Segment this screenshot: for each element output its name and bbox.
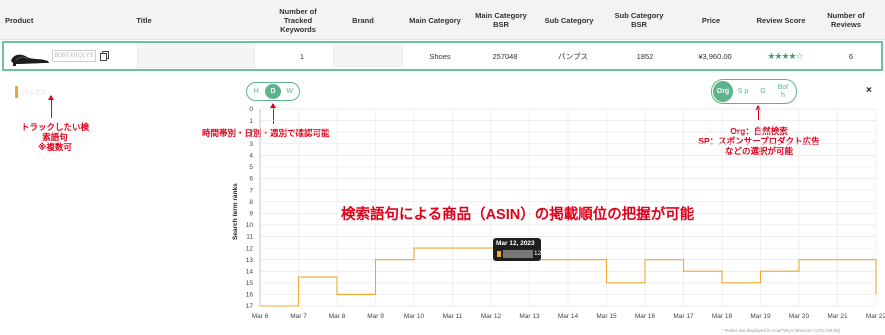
y-tick-label: 10	[246, 222, 254, 229]
rank-type-option[interactable]: G	[753, 81, 773, 102]
brand-redacted	[333, 45, 403, 67]
tooltip-value: 12	[534, 250, 542, 257]
sub-category: パンプス	[557, 51, 589, 61]
column-header[interactable]: Price	[680, 0, 742, 40]
copy-icon[interactable]	[100, 51, 109, 61]
rank-type-toggle: Org S p G Bot h	[711, 79, 797, 104]
main-category-bsr: 257048	[492, 51, 518, 61]
tooltip-series-swatch	[497, 251, 501, 257]
keyword-chip-label[interactable]: パンプス	[22, 88, 46, 97]
type-annotation: Org：自然検索 SP：スポンサープロダクト広告 などの選択が可能	[698, 126, 820, 156]
keyword-annotation: トラックしたい検索語句 ※複数可	[20, 122, 89, 152]
x-tick-label: Mar 8	[329, 313, 346, 320]
x-tick-label: Mar 21	[827, 313, 848, 320]
column-header[interactable]: Title	[120, 0, 168, 40]
y-tick-label: 14	[246, 268, 254, 275]
x-tick-label: Mar 9	[367, 313, 384, 320]
column-header[interactable]: Number of Reviews	[815, 0, 877, 40]
x-tick-label: Mar 12	[481, 313, 502, 320]
x-tick-label: Mar 17	[673, 313, 694, 320]
chart-tooltip: Mar 12, 2023 12	[493, 238, 541, 261]
granularity-toggle: HDW	[246, 82, 300, 101]
title-redacted	[137, 44, 255, 68]
x-tick-label: Mar 6	[252, 313, 269, 320]
column-header[interactable]: Sub Category	[538, 0, 600, 40]
column-header[interactable]: Brand	[330, 0, 396, 40]
close-icon[interactable]: ×	[866, 85, 872, 96]
x-tick-label: Mar 11	[443, 313, 463, 320]
timezone-footnote: * Ranks are displayed in Asia/Tokyo time…	[722, 328, 841, 333]
keyword-color-chip[interactable]	[15, 86, 18, 98]
granularity-option[interactable]: W	[282, 84, 298, 99]
column-header[interactable]: Sub Category BSR	[608, 0, 670, 40]
x-tick-label: Mar 16	[635, 313, 656, 320]
rank-series-line	[260, 247, 877, 307]
y-axis-label: Search term ranks	[232, 183, 239, 240]
x-tick-label: Mar 15	[596, 313, 617, 320]
x-tick-label: Mar 10	[404, 313, 425, 320]
y-tick-label: 12	[246, 245, 254, 252]
tooltip-keyword-redacted	[503, 250, 533, 258]
rank-type-option[interactable]: S p	[733, 81, 753, 102]
main-category: Shoes	[429, 51, 451, 61]
granularity-annotation-arrow	[270, 103, 276, 124]
price: ¥3,960.00	[698, 51, 732, 61]
x-tick-label: Mar 22	[866, 313, 885, 320]
rank-type-option[interactable]: Org	[713, 81, 733, 102]
tooltip-date: Mar 12, 2023	[496, 240, 535, 247]
y-tick-label: 3	[249, 141, 253, 148]
main-annotation: 検索語句による商品（ASIN）の掲載順位の把握が可能	[341, 207, 695, 223]
granularity-option[interactable]: H	[249, 84, 265, 99]
product-image[interactable]	[8, 47, 50, 67]
y-tick-label: 9	[249, 210, 253, 217]
rank-type-option[interactable]: Bot h	[773, 81, 793, 102]
y-tick-label: 0	[249, 106, 253, 113]
y-tick-label: 11	[246, 234, 253, 241]
y-tick-label: 13	[246, 257, 254, 264]
tracked-keywords-count: 1	[299, 51, 305, 61]
column-header[interactable]: Number of Tracked Keywords	[268, 0, 328, 40]
y-tick-label: 5	[249, 164, 253, 171]
y-tick-label: 17	[246, 303, 254, 310]
x-tick-label: Mar 19	[750, 313, 771, 320]
x-tick-label: Mar 14	[558, 313, 579, 320]
y-tick-label: 4	[249, 153, 253, 160]
asin-link[interactable]: B0BTXRQLYS	[52, 50, 96, 62]
y-tick-label: 15	[246, 280, 254, 287]
column-header[interactable]: Main Category	[404, 0, 466, 40]
x-tick-label: Mar 18	[712, 313, 733, 320]
x-tick-label: Mar 7	[290, 313, 307, 320]
table-row[interactable]: B0BTXRQLYS 1 Shoes 257048 パンプス 1852 ¥3,9…	[2, 41, 883, 71]
y-tick-label: 16	[246, 292, 254, 299]
x-tick-label: Mar 13	[519, 313, 540, 320]
granularity-option[interactable]: D	[265, 84, 281, 99]
y-tick-label: 6	[249, 176, 253, 183]
x-tick-label: Mar 20	[789, 313, 810, 320]
type-annotation-arrow	[755, 105, 761, 120]
y-tick-label: 7	[249, 187, 253, 194]
review-score-stars: ★★★★☆	[767, 50, 803, 61]
column-header[interactable]: Main Category BSR	[470, 0, 532, 40]
number-of-reviews: 6	[848, 51, 854, 61]
keyword-annotation-arrow	[48, 95, 54, 118]
column-header[interactable]: Product	[5, 0, 47, 40]
sub-category-bsr: 1852	[636, 51, 654, 61]
column-header[interactable]: Review Score	[750, 0, 812, 40]
y-tick-label: 1	[249, 118, 253, 125]
granularity-annotation: 時間帯別・日別・週別で確認可能	[202, 128, 330, 138]
y-tick-label: 8	[249, 199, 253, 206]
